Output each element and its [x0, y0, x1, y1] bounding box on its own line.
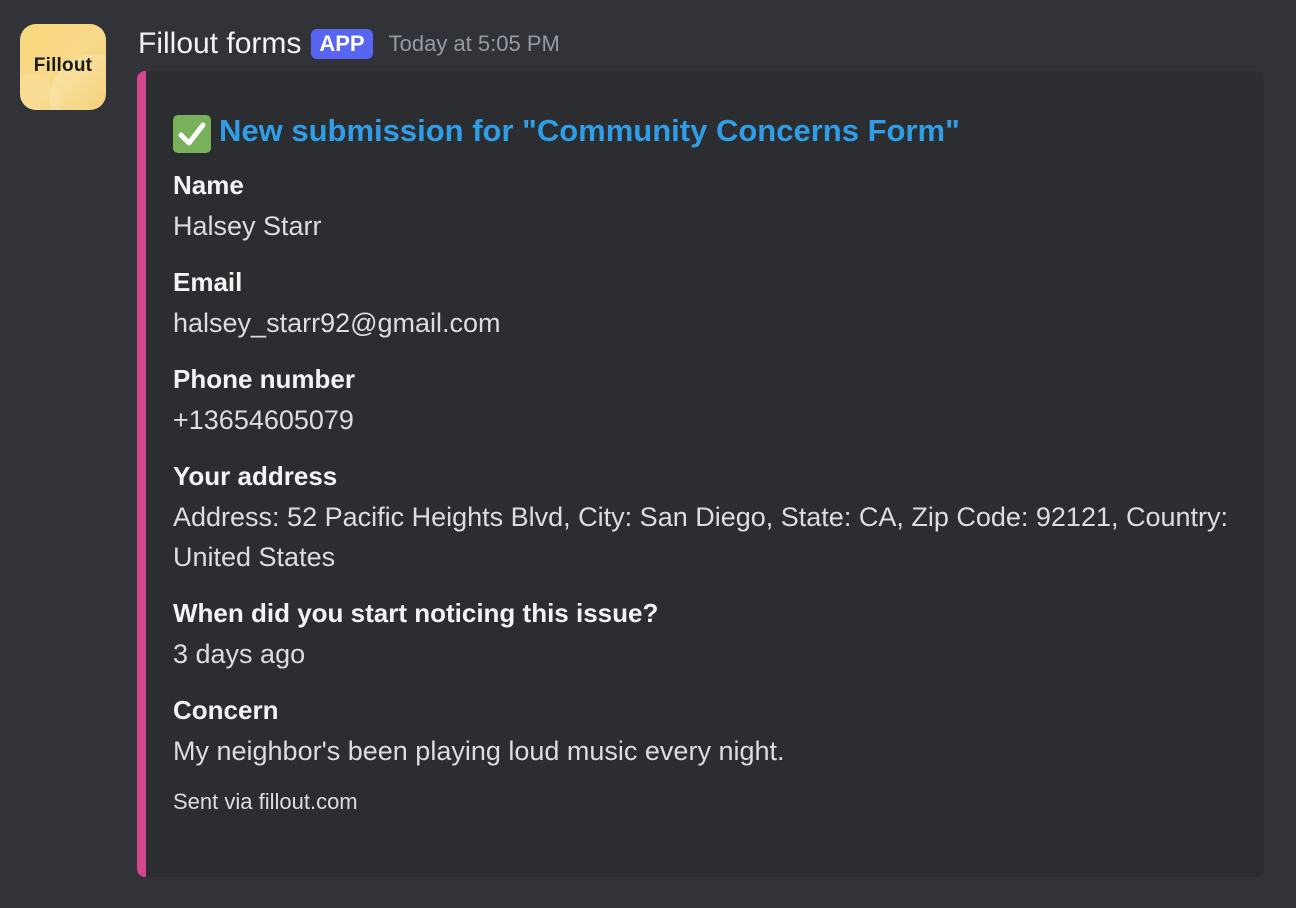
field-value: My neighbor's been playing loud music ev… [173, 736, 785, 766]
field-label: When did you start noticing this issue? [173, 598, 659, 628]
chat-message: Fillout Fillout forms APP Today at 5:05 … [0, 0, 1296, 908]
field-label: Email [173, 267, 243, 297]
embed-field: Name Halsey Starr [173, 167, 1234, 246]
field-label: Your address [173, 461, 338, 491]
app-badge: APP [311, 29, 373, 59]
message-header: Fillout forms APP Today at 5:05 PM [138, 24, 560, 64]
message-timestamp[interactable]: Today at 5:05 PM [389, 31, 560, 57]
embed-field: Email halsey_starr92@gmail.com [173, 264, 1234, 343]
check-mark-icon [173, 115, 211, 153]
field-label: Concern [173, 695, 279, 725]
embed-card: New submission for "Community Concerns F… [137, 71, 1264, 877]
embed-field: Concern My neighbor's been playing loud … [173, 692, 1234, 771]
author-name[interactable]: Fillout forms [138, 27, 301, 61]
embed-footer: Sent via fillout.com [173, 789, 358, 814]
field-value: +13654605079 [173, 405, 354, 435]
field-value: 3 days ago [173, 639, 306, 669]
embed-field: Phone number +13654605079 [173, 361, 1234, 440]
embed-field: When did you start noticing this issue? … [173, 595, 1234, 674]
field-value: halsey_starr92@gmail.com [173, 308, 501, 338]
embed-title-link[interactable]: New submission for "Community Concerns F… [219, 113, 960, 149]
field-label: Phone number [173, 364, 356, 394]
embed-title-row: New submission for "Community Concerns F… [173, 109, 1234, 153]
embed-content: New submission for "Community Concerns F… [173, 109, 1234, 815]
avatar[interactable]: Fillout [20, 24, 106, 110]
field-label: Name [173, 170, 244, 200]
embed-field: Your address Address: 52 Pacific Heights… [173, 458, 1234, 577]
field-value: Halsey Starr [173, 211, 322, 241]
avatar-logo-text: Fillout [33, 55, 93, 76]
field-value: Address: 52 Pacific Heights Blvd, City: … [173, 502, 1229, 572]
